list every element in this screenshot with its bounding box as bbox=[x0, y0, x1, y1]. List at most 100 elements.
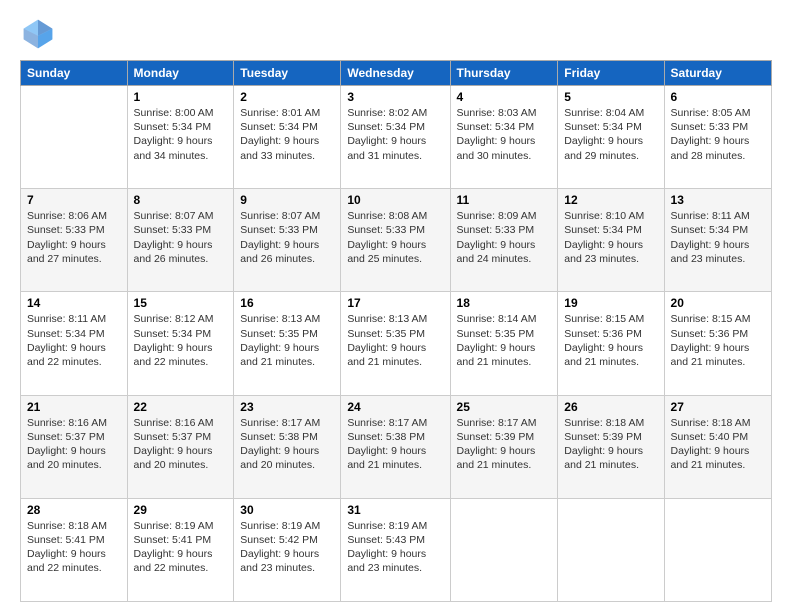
calendar-header-row: SundayMondayTuesdayWednesdayThursdayFrid… bbox=[21, 61, 772, 86]
calendar-cell bbox=[558, 498, 664, 601]
day-info: Sunrise: 8:05 AMSunset: 5:33 PMDaylight:… bbox=[671, 106, 765, 163]
logo bbox=[20, 16, 60, 52]
day-number: 6 bbox=[671, 90, 765, 104]
calendar-cell: 27 Sunrise: 8:18 AMSunset: 5:40 PMDayligh… bbox=[664, 395, 771, 498]
calendar-cell: 25 Sunrise: 8:17 AMSunset: 5:39 PMDayligh… bbox=[450, 395, 558, 498]
calendar-cell: 24 Sunrise: 8:17 AMSunset: 5:38 PMDayligh… bbox=[341, 395, 450, 498]
day-number: 3 bbox=[347, 90, 443, 104]
day-info: Sunrise: 8:08 AMSunset: 5:33 PMDaylight:… bbox=[347, 209, 443, 266]
day-number: 9 bbox=[240, 193, 334, 207]
day-number: 11 bbox=[457, 193, 552, 207]
calendar-table: SundayMondayTuesdayWednesdayThursdayFrid… bbox=[20, 60, 772, 602]
calendar-cell bbox=[664, 498, 771, 601]
day-info: Sunrise: 8:13 AMSunset: 5:35 PMDaylight:… bbox=[347, 312, 443, 369]
page: SundayMondayTuesdayWednesdayThursdayFrid… bbox=[0, 0, 792, 612]
calendar-cell: 29Sunrise: 8:19 AMSunset: 5:41 PMDayligh… bbox=[127, 498, 234, 601]
day-number: 21 bbox=[27, 400, 121, 414]
day-info: Sunrise: 8:17 AMSunset: 5:39 PMDaylight:… bbox=[457, 416, 552, 473]
day-info: Sunrise: 8:19 AMSunset: 5:42 PMDaylight:… bbox=[240, 519, 334, 576]
day-number: 14 bbox=[27, 296, 121, 310]
calendar-cell: 7Sunrise: 8:06 AMSunset: 5:33 PMDaylight… bbox=[21, 189, 128, 292]
day-info: Sunrise: 8:19 AMSunset: 5:43 PMDaylight:… bbox=[347, 519, 443, 576]
day-number: 17 bbox=[347, 296, 443, 310]
day-info: Sunrise: 8:10 AMSunset: 5:34 PMDaylight:… bbox=[564, 209, 657, 266]
day-info: Sunrise: 8:13 AMSunset: 5:35 PMDaylight:… bbox=[240, 312, 334, 369]
calendar-cell: 8 Sunrise: 8:07 AMSunset: 5:33 PMDaylight… bbox=[127, 189, 234, 292]
calendar-cell: 18 Sunrise: 8:14 AMSunset: 5:35 PMDayligh… bbox=[450, 292, 558, 395]
weekday-header: Friday bbox=[558, 61, 664, 86]
weekday-header: Wednesday bbox=[341, 61, 450, 86]
calendar-cell: 14 Sunrise: 8:11 AMSunset: 5:34 PMDayligh… bbox=[21, 292, 128, 395]
calendar-cell: 9 Sunrise: 8:07 AMSunset: 5:33 PMDaylight… bbox=[234, 189, 341, 292]
day-info: Sunrise: 8:16 AMSunset: 5:37 PMDaylight:… bbox=[27, 416, 121, 473]
day-info: Sunrise: 8:15 AMSunset: 5:36 PMDaylight:… bbox=[671, 312, 765, 369]
day-info: Sunrise: 8:09 AMSunset: 5:33 PMDaylight:… bbox=[457, 209, 552, 266]
calendar-cell: 4 Sunrise: 8:03 AMSunset: 5:34 PMDaylight… bbox=[450, 86, 558, 189]
calendar-cell: 16 Sunrise: 8:13 AMSunset: 5:35 PMDayligh… bbox=[234, 292, 341, 395]
calendar-cell: 5Sunrise: 8:04 AMSunset: 5:34 PMDaylight… bbox=[558, 86, 664, 189]
calendar-week-row: 28 Sunrise: 8:18 AMSunset: 5:41 PMDayligh… bbox=[21, 498, 772, 601]
day-number: 30 bbox=[240, 503, 334, 517]
calendar-cell: 19Sunrise: 8:15 AMSunset: 5:36 PMDayligh… bbox=[558, 292, 664, 395]
day-number: 26 bbox=[564, 400, 657, 414]
calendar-cell: 10 Sunrise: 8:08 AMSunset: 5:33 PMDayligh… bbox=[341, 189, 450, 292]
day-number: 18 bbox=[457, 296, 552, 310]
day-info: Sunrise: 8:02 AMSunset: 5:34 PMDaylight:… bbox=[347, 106, 443, 163]
calendar-cell: 12 Sunrise: 8:10 AMSunset: 5:34 PMDayligh… bbox=[558, 189, 664, 292]
calendar-cell: 11 Sunrise: 8:09 AMSunset: 5:33 PMDayligh… bbox=[450, 189, 558, 292]
calendar-cell: 28 Sunrise: 8:18 AMSunset: 5:41 PMDayligh… bbox=[21, 498, 128, 601]
calendar-week-row: 14 Sunrise: 8:11 AMSunset: 5:34 PMDayligh… bbox=[21, 292, 772, 395]
day-info: Sunrise: 8:07 AMSunset: 5:33 PMDaylight:… bbox=[134, 209, 228, 266]
calendar-cell: 1Sunrise: 8:00 AMSunset: 5:34 PMDaylight… bbox=[127, 86, 234, 189]
logo-icon bbox=[20, 16, 56, 52]
calendar-cell: 21 Sunrise: 8:16 AMSunset: 5:37 PMDayligh… bbox=[21, 395, 128, 498]
day-info: Sunrise: 8:11 AMSunset: 5:34 PMDaylight:… bbox=[671, 209, 765, 266]
day-info: Sunrise: 8:19 AMSunset: 5:41 PMDaylight:… bbox=[134, 519, 228, 576]
calendar-week-row: 1Sunrise: 8:00 AMSunset: 5:34 PMDaylight… bbox=[21, 86, 772, 189]
weekday-header: Monday bbox=[127, 61, 234, 86]
calendar-cell bbox=[21, 86, 128, 189]
day-info: Sunrise: 8:03 AMSunset: 5:34 PMDaylight:… bbox=[457, 106, 552, 163]
calendar-cell: 15 Sunrise: 8:12 AMSunset: 5:34 PMDayligh… bbox=[127, 292, 234, 395]
day-number: 13 bbox=[671, 193, 765, 207]
weekday-header: Sunday bbox=[21, 61, 128, 86]
day-number: 22 bbox=[134, 400, 228, 414]
day-number: 24 bbox=[347, 400, 443, 414]
day-info: Sunrise: 8:15 AMSunset: 5:36 PMDaylight:… bbox=[564, 312, 657, 369]
day-info: Sunrise: 8:07 AMSunset: 5:33 PMDaylight:… bbox=[240, 209, 334, 266]
day-number: 16 bbox=[240, 296, 334, 310]
day-info: Sunrise: 8:14 AMSunset: 5:35 PMDaylight:… bbox=[457, 312, 552, 369]
calendar-cell: 31 Sunrise: 8:19 AMSunset: 5:43 PMDayligh… bbox=[341, 498, 450, 601]
day-number: 4 bbox=[457, 90, 552, 104]
day-number: 10 bbox=[347, 193, 443, 207]
calendar-cell: 6 Sunrise: 8:05 AMSunset: 5:33 PMDaylight… bbox=[664, 86, 771, 189]
day-info: Sunrise: 8:11 AMSunset: 5:34 PMDaylight:… bbox=[27, 312, 121, 369]
day-number: 25 bbox=[457, 400, 552, 414]
day-number: 2 bbox=[240, 90, 334, 104]
calendar-cell: 3 Sunrise: 8:02 AMSunset: 5:34 PMDaylight… bbox=[341, 86, 450, 189]
calendar-cell: 23Sunrise: 8:17 AMSunset: 5:38 PMDayligh… bbox=[234, 395, 341, 498]
day-info: Sunrise: 8:18 AMSunset: 5:39 PMDaylight:… bbox=[564, 416, 657, 473]
day-number: 20 bbox=[671, 296, 765, 310]
day-number: 27 bbox=[671, 400, 765, 414]
calendar-week-row: 21 Sunrise: 8:16 AMSunset: 5:37 PMDayligh… bbox=[21, 395, 772, 498]
day-number: 12 bbox=[564, 193, 657, 207]
calendar-cell bbox=[450, 498, 558, 601]
calendar-cell: 2Sunrise: 8:01 AMSunset: 5:34 PMDaylight… bbox=[234, 86, 341, 189]
day-info: Sunrise: 8:17 AMSunset: 5:38 PMDaylight:… bbox=[347, 416, 443, 473]
day-number: 28 bbox=[27, 503, 121, 517]
day-info: Sunrise: 8:18 AMSunset: 5:41 PMDaylight:… bbox=[27, 519, 121, 576]
calendar-cell: 17 Sunrise: 8:13 AMSunset: 5:35 PMDayligh… bbox=[341, 292, 450, 395]
day-info: Sunrise: 8:12 AMSunset: 5:34 PMDaylight:… bbox=[134, 312, 228, 369]
header bbox=[20, 16, 772, 52]
calendar-cell: 26 Sunrise: 8:18 AMSunset: 5:39 PMDayligh… bbox=[558, 395, 664, 498]
day-number: 15 bbox=[134, 296, 228, 310]
day-number: 31 bbox=[347, 503, 443, 517]
day-number: 8 bbox=[134, 193, 228, 207]
day-info: Sunrise: 8:18 AMSunset: 5:40 PMDaylight:… bbox=[671, 416, 765, 473]
day-info: Sunrise: 8:04 AMSunset: 5:34 PMDaylight:… bbox=[564, 106, 657, 163]
calendar-cell: 22Sunrise: 8:16 AMSunset: 5:37 PMDayligh… bbox=[127, 395, 234, 498]
calendar-week-row: 7Sunrise: 8:06 AMSunset: 5:33 PMDaylight… bbox=[21, 189, 772, 292]
day-info: Sunrise: 8:00 AMSunset: 5:34 PMDaylight:… bbox=[134, 106, 228, 163]
day-info: Sunrise: 8:06 AMSunset: 5:33 PMDaylight:… bbox=[27, 209, 121, 266]
